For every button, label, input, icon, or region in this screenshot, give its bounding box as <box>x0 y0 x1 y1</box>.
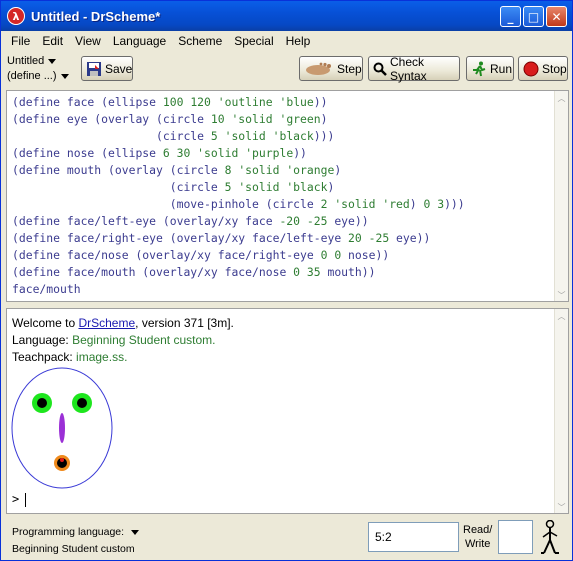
write-label: Write <box>464 538 491 550</box>
editor-scrollbar[interactable]: ︿ ﹀ <box>554 91 568 301</box>
left-eye-pupil <box>37 398 47 408</box>
step-label: Step <box>337 61 362 76</box>
read-label: Read/ <box>463 524 493 536</box>
code-line[interactable]: (define face/right-eye (overlay/xy face/… <box>12 230 465 247</box>
language-value: Beginning Student custom. <box>72 333 216 347</box>
file-define-popups: Untitled (define ...) <box>7 54 69 84</box>
read-write-box <box>498 520 533 554</box>
code-line[interactable]: (define nose (ellipse 6 30 'solid 'purpl… <box>12 145 465 162</box>
text-caret <box>25 492 27 507</box>
teachpack-prefix: Teachpack: <box>12 350 77 364</box>
stop-button[interactable]: Stop <box>518 56 568 81</box>
save-button[interactable]: Save <box>81 56 133 81</box>
language-selector[interactable]: Programming language: Beginning Student … <box>12 524 139 558</box>
status-bar: Programming language: Beginning Student … <box>1 516 572 560</box>
window-title: Untitled - DrScheme* <box>31 8 161 24</box>
welcome-prefix: Welcome to <box>12 316 79 330</box>
menu-view[interactable]: View <box>69 34 107 48</box>
cursor-position: 5:2 <box>368 522 459 552</box>
code-text[interactable]: (define face (ellipse 100 120 'outline '… <box>12 94 465 298</box>
mouth-dot <box>60 458 64 462</box>
code-line[interactable]: (move-pinhole (circle 2 'solid 'red) 0 3… <box>12 196 465 213</box>
close-button[interactable]: ✕ <box>546 6 567 27</box>
magnifier-icon <box>373 61 387 77</box>
stop-label: Stop <box>542 61 567 76</box>
chevron-down-icon <box>48 59 57 64</box>
teachpack-value: image.ss. <box>76 350 128 364</box>
prompt-symbol: > <box>12 492 20 506</box>
check-syntax-button[interactable]: Check Syntax <box>368 54 460 83</box>
menu-edit[interactable]: Edit <box>36 34 69 48</box>
running-man-icon <box>471 61 487 77</box>
drscheme-lambda-icon: λ <box>7 7 25 25</box>
define-popup[interactable]: (define ...) <box>7 69 69 84</box>
toolbar: Untitled (define ...) Save Step Check Sy… <box>1 51 572 89</box>
scroll-up-icon[interactable]: ︿ <box>557 311 566 321</box>
right-eye-pupil <box>77 398 87 408</box>
menu-bar: File Edit View Language Scheme Special H… <box>1 31 572 50</box>
scroll-down-icon[interactable]: ﹀ <box>557 502 566 512</box>
run-label: Run <box>490 61 513 76</box>
chevron-down-icon <box>131 530 139 535</box>
check-syntax-label: Check Syntax <box>390 54 427 83</box>
language-line: Language: Beginning Student custom. <box>12 332 234 349</box>
definitions-editor[interactable]: (define face (ellipse 100 120 'outline '… <box>6 90 569 302</box>
language-name: Beginning Student custom <box>12 543 135 555</box>
welcome-line: Welcome to DrScheme, version 371 [3m]. <box>12 315 234 332</box>
step-button[interactable]: Step <box>299 56 363 81</box>
title-bar[interactable]: λ Untitled - DrScheme* _ □ ✕ <box>1 1 572 31</box>
face-image <box>11 367 113 489</box>
code-line[interactable]: (define face/left-eye (overlay/xy face -… <box>12 213 465 230</box>
maximize-button[interactable]: □ <box>523 6 544 27</box>
menu-special[interactable]: Special <box>228 34 279 48</box>
file-name-popup[interactable]: Untitled <box>7 54 69 69</box>
welcome-suffix: , version 371 [3m]. <box>135 316 234 330</box>
code-line[interactable]: (define face (ellipse 100 120 'outline '… <box>12 94 465 111</box>
code-line[interactable]: (circle 5 'solid 'black))) <box>12 128 465 145</box>
walking-man-icon <box>539 519 561 559</box>
repl-output: Welcome to DrScheme, version 371 [3m]. L… <box>12 315 234 366</box>
menu-help[interactable]: Help <box>280 34 317 48</box>
save-label: Save <box>105 61 133 76</box>
code-line[interactable]: (circle 5 'solid 'black) <box>12 179 465 196</box>
read-write-indicator: Read/ Write <box>463 523 492 551</box>
nose <box>59 413 65 443</box>
repl-prompt[interactable]: > <box>12 492 27 507</box>
menu-language[interactable]: Language <box>107 34 172 48</box>
interactions-pane[interactable]: Welcome to DrScheme, version 371 [3m]. L… <box>6 308 569 514</box>
footprint-icon <box>304 61 334 77</box>
menu-scheme[interactable]: Scheme <box>172 34 228 48</box>
chevron-down-icon <box>60 74 69 79</box>
language-prefix: Language: <box>12 333 73 347</box>
code-line[interactable]: (define mouth (overlay (circle 8 'solid … <box>12 162 465 179</box>
minimize-button[interactable]: _ <box>500 6 521 27</box>
scroll-down-icon[interactable]: ﹀ <box>557 290 566 300</box>
window-controls: _ □ ✕ <box>500 6 567 27</box>
drscheme-link[interactable]: DrScheme <box>78 316 135 330</box>
code-line[interactable]: (define eye (overlay (circle 10 'solid '… <box>12 111 465 128</box>
code-line[interactable]: (define face/mouth (overlay/xy face/nose… <box>12 264 465 281</box>
save-disk-icon <box>86 61 102 77</box>
code-line[interactable]: face/mouth <box>12 281 465 298</box>
teachpack-line: Teachpack: image.ss. <box>12 349 234 366</box>
drscheme-window: λ Untitled - DrScheme* _ □ ✕ File Edit V… <box>0 0 573 561</box>
interactions-scrollbar[interactable]: ︿ ﹀ <box>554 309 568 513</box>
menu-file[interactable]: File <box>5 34 36 48</box>
run-button[interactable]: Run <box>466 56 514 81</box>
scroll-up-icon[interactable]: ︿ <box>557 93 566 103</box>
define-label: (define ...) <box>7 70 57 82</box>
stop-sign-icon <box>523 61 539 77</box>
programming-language-label: Programming language: <box>12 526 125 538</box>
code-line[interactable]: (define face/nose (overlay/xy face/right… <box>12 247 465 264</box>
file-name-label: Untitled <box>7 55 45 67</box>
